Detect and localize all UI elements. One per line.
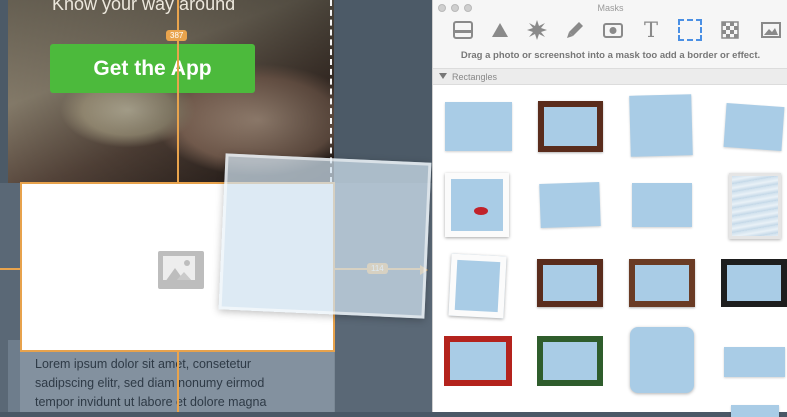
lorem-line: tempor invidunt ut labore et dolore magn…	[35, 395, 267, 409]
pen-icon[interactable]	[563, 18, 587, 42]
get-the-app-button[interactable]: Get the App	[50, 44, 255, 93]
mask-green-frame[interactable]	[537, 336, 603, 386]
distance-badge-top: 387	[166, 30, 188, 41]
vertical-guide-bottom	[177, 352, 179, 412]
mask-polaroid-frame[interactable]	[445, 173, 509, 237]
lorem-line: Lorem ipsum dolor sit amet, consetetur	[35, 357, 252, 371]
text-icon[interactable]: T	[639, 18, 663, 42]
lips-icon	[474, 207, 488, 215]
lorem-text-block[interactable]: Lorem ipsum dolor sit amet, consetetur s…	[35, 355, 335, 412]
mask-rounded-rect[interactable]	[630, 327, 694, 393]
mask-skewed-rect[interactable]	[539, 181, 601, 229]
mask-rotated-rect[interactable]	[723, 103, 785, 151]
masks-panel: Masks T Drag a photo or screenshot into …	[432, 0, 787, 417]
hero-tagline: Know your way around	[52, 0, 236, 14]
mask-wood-frame-2[interactable]	[537, 259, 603, 307]
lorem-line: sadipscing elitr, sed diam nonumy eirmod	[35, 376, 265, 390]
checker-icon[interactable]	[718, 18, 742, 42]
disclosure-triangle-icon[interactable]	[439, 73, 447, 79]
selection-rect-icon[interactable]	[678, 19, 702, 41]
mask-wave-texture[interactable]	[729, 173, 781, 239]
mask-partial-rect[interactable]	[731, 405, 779, 417]
image-placeholder-icon	[158, 251, 204, 289]
triangle-icon[interactable]	[488, 18, 512, 42]
design-canvas[interactable]: Know your way around Get the App Lorem i…	[0, 0, 432, 412]
dashed-boundary	[330, 0, 332, 183]
section-label: Rectangles	[452, 72, 498, 82]
masks-grid	[433, 85, 787, 417]
window-title: Masks	[597, 3, 624, 13]
panel-icon[interactable]	[451, 18, 475, 42]
horizontal-guide-left	[0, 268, 20, 270]
mask-wood-frame[interactable]	[538, 101, 603, 152]
rectangles-section-header[interactable]: Rectangles	[433, 68, 787, 85]
mask-plain-rect[interactable]	[445, 102, 512, 151]
mask-flat-rect[interactable]	[632, 183, 692, 227]
mask-tilted-rect[interactable]	[629, 94, 693, 157]
vertical-guide-top	[177, 0, 179, 183]
mask-wide-rect[interactable]	[724, 347, 785, 377]
mask-wood-frame-3[interactable]	[629, 259, 695, 307]
drag-hint-text: Drag a photo or screenshot into a mask t…	[460, 50, 761, 61]
image-icon[interactable]	[759, 18, 783, 42]
starburst-icon[interactable]	[525, 18, 549, 42]
panel-titlebar: Masks	[433, 0, 787, 16]
mask-red-frame[interactable]	[444, 336, 512, 386]
mask-black-frame[interactable]	[721, 259, 787, 307]
camera-icon[interactable]	[601, 18, 625, 42]
dragged-mask-preview[interactable]	[218, 153, 432, 319]
mask-white-frame-tilted[interactable]	[448, 253, 507, 319]
